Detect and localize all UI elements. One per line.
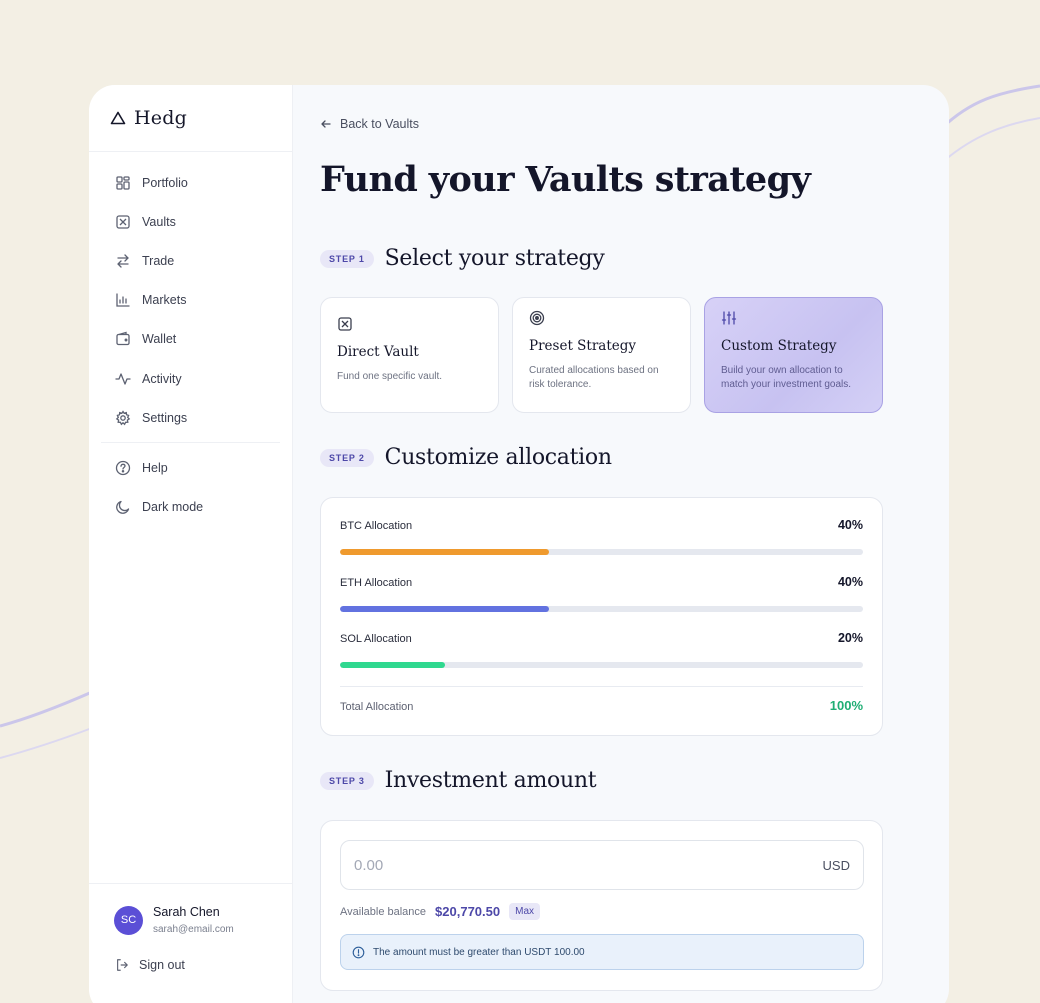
- sidebar-item-label: Wallet: [142, 332, 177, 347]
- sign-out-icon: [117, 959, 128, 971]
- sidebar-item-markets[interactable]: Markets: [89, 281, 292, 320]
- sidebar-item-label: Help: [142, 460, 168, 475]
- step-1-header: STEP 1 Select your strategy: [320, 246, 605, 271]
- max-button[interactable]: Max: [509, 903, 541, 920]
- card-title: Direct Vault: [337, 344, 419, 360]
- pulse-icon: [115, 371, 131, 387]
- back-label: Back to Vaults: [340, 117, 419, 131]
- card-desc: Fund one specific vault.: [337, 371, 443, 382]
- sidebar-item-settings[interactable]: Settings: [89, 398, 292, 437]
- amount-field[interactable]: USD: [340, 840, 864, 890]
- gear-icon: [115, 410, 131, 426]
- nav-divider: [101, 442, 280, 444]
- strategy-cards: Direct Vault Fund one specific vault. Pr…: [320, 297, 883, 413]
- allocation-percent: 40%: [837, 574, 863, 589]
- card-desc: Curated allocations based on risk tolera…: [529, 365, 659, 390]
- app-window: Hedg Portfolio Vaults Trade Markets Wall…: [89, 85, 949, 1003]
- allocation-label: SOL Allocation: [340, 633, 412, 645]
- investment-panel: USD Available balance $20,770.50 Max The…: [320, 820, 883, 991]
- sidebar-item-activity[interactable]: Activity: [89, 359, 292, 398]
- user-block: SC Sarah Chen sarah@email.com Sign out: [89, 883, 292, 972]
- bar-chart-icon: [115, 292, 131, 308]
- divider: [340, 686, 863, 687]
- strategy-card-direct-vault[interactable]: Direct Vault Fund one specific vault.: [320, 297, 499, 413]
- balance-label: Available balance: [340, 905, 427, 918]
- avatar: SC: [114, 905, 143, 935]
- card-title: Preset Strategy: [529, 338, 637, 354]
- help-circle-icon: [115, 460, 131, 476]
- allocation-row-eth: ETH Allocation 40%: [321, 555, 882, 612]
- sidebar-item-trade[interactable]: Trade: [89, 241, 292, 280]
- target-icon: [529, 310, 545, 326]
- sidebar-item-label: Settings: [142, 410, 188, 425]
- step-badge: STEP 1: [320, 249, 374, 268]
- allocation-percent: 40%: [837, 518, 863, 532]
- brand-name: Hedg: [134, 107, 187, 129]
- sign-out-button[interactable]: Sign out: [114, 958, 292, 972]
- allocation-row-sol: SOL Allocation 20%: [321, 611, 882, 668]
- step-badge: STEP 2: [320, 448, 374, 467]
- step-title: Select your strategy: [384, 246, 605, 271]
- allocation-row-btc: BTC Allocation 40%: [321, 498, 882, 555]
- allocation-label: BTC Allocation: [340, 520, 413, 532]
- sign-out-label: Sign out: [139, 958, 185, 972]
- sidebar-item-label: Vaults: [142, 214, 176, 229]
- sidebar-item-label: Dark mode: [142, 500, 204, 515]
- user-email: sarah@email.com: [153, 924, 234, 935]
- vault-icon: [338, 317, 352, 331]
- sidebar-item-help[interactable]: Help: [89, 448, 292, 487]
- step-badge: STEP 3: [320, 771, 374, 790]
- sliders-icon: [721, 311, 737, 325]
- card-desc: Build your own allocation to match your …: [721, 365, 852, 390]
- main-content: Back to Vaults Fund your Vaults strategy…: [293, 85, 949, 1003]
- allocation-fill: [340, 662, 445, 668]
- sidebar-nav: Portfolio Vaults Trade Markets Wallet Ac…: [89, 152, 292, 527]
- sidebar-item-portfolio[interactable]: Portfolio: [89, 163, 292, 202]
- notice-text: The amount must be greater than USDT 100…: [373, 946, 585, 958]
- step-3-header: STEP 3 Investment amount: [320, 768, 597, 793]
- sidebar-item-dark-mode[interactable]: Dark mode: [89, 488, 292, 527]
- step-title: Investment amount: [384, 768, 597, 793]
- sidebar-item-label: Trade: [142, 253, 175, 268]
- currency-label: USD: [822, 857, 850, 873]
- sidebar: Hedg Portfolio Vaults Trade Markets Wall…: [89, 85, 293, 1003]
- amount-notice: The amount must be greater than USDT 100…: [340, 934, 864, 970]
- back-to-vaults-link[interactable]: Back to Vaults: [320, 117, 419, 131]
- step-title: Customize allocation: [384, 445, 612, 470]
- grid-icon: [115, 175, 131, 191]
- allocation-percent: 20%: [837, 631, 863, 645]
- allocation-label: ETH Allocation: [340, 576, 413, 589]
- user-profile[interactable]: SC Sarah Chen sarah@email.com: [114, 905, 292, 935]
- arrow-left-icon: [321, 120, 331, 128]
- wallet-icon: [115, 331, 131, 347]
- sidebar-item-wallet[interactable]: Wallet: [89, 320, 292, 359]
- allocation-panel: BTC Allocation 40% ETH Allocation 40% SO…: [320, 497, 883, 736]
- vault-icon: [115, 214, 131, 230]
- total-allocation-percent: 100%: [829, 698, 863, 713]
- total-allocation-label: Total Allocation: [340, 701, 414, 713]
- amount-input[interactable]: [354, 856, 754, 874]
- balance-value: $20,770.50: [435, 904, 501, 919]
- info-icon: [352, 946, 365, 958]
- allocation-slider[interactable]: [340, 662, 863, 668]
- step-2-header: STEP 2 Customize allocation: [320, 445, 612, 470]
- moon-icon: [115, 499, 131, 515]
- sidebar-item-label: Markets: [142, 293, 187, 308]
- balance-row: Available balance $20,770.50 Max: [340, 903, 541, 920]
- brand[interactable]: Hedg: [89, 85, 292, 152]
- sidebar-item-label: Activity: [142, 371, 182, 386]
- swap-arrows-icon: [115, 253, 131, 269]
- logo-triangle-icon: [110, 111, 126, 125]
- page-title: Fund your Vaults strategy: [320, 159, 811, 200]
- strategy-card-custom[interactable]: Custom Strategy Build your own allocatio…: [704, 297, 883, 413]
- sidebar-item-vaults[interactable]: Vaults: [89, 202, 292, 241]
- sidebar-item-label: Portfolio: [142, 175, 188, 190]
- strategy-card-preset[interactable]: Preset Strategy Curated allocations base…: [512, 297, 691, 413]
- card-title: Custom Strategy: [721, 338, 837, 354]
- user-name: Sarah Chen: [153, 905, 220, 919]
